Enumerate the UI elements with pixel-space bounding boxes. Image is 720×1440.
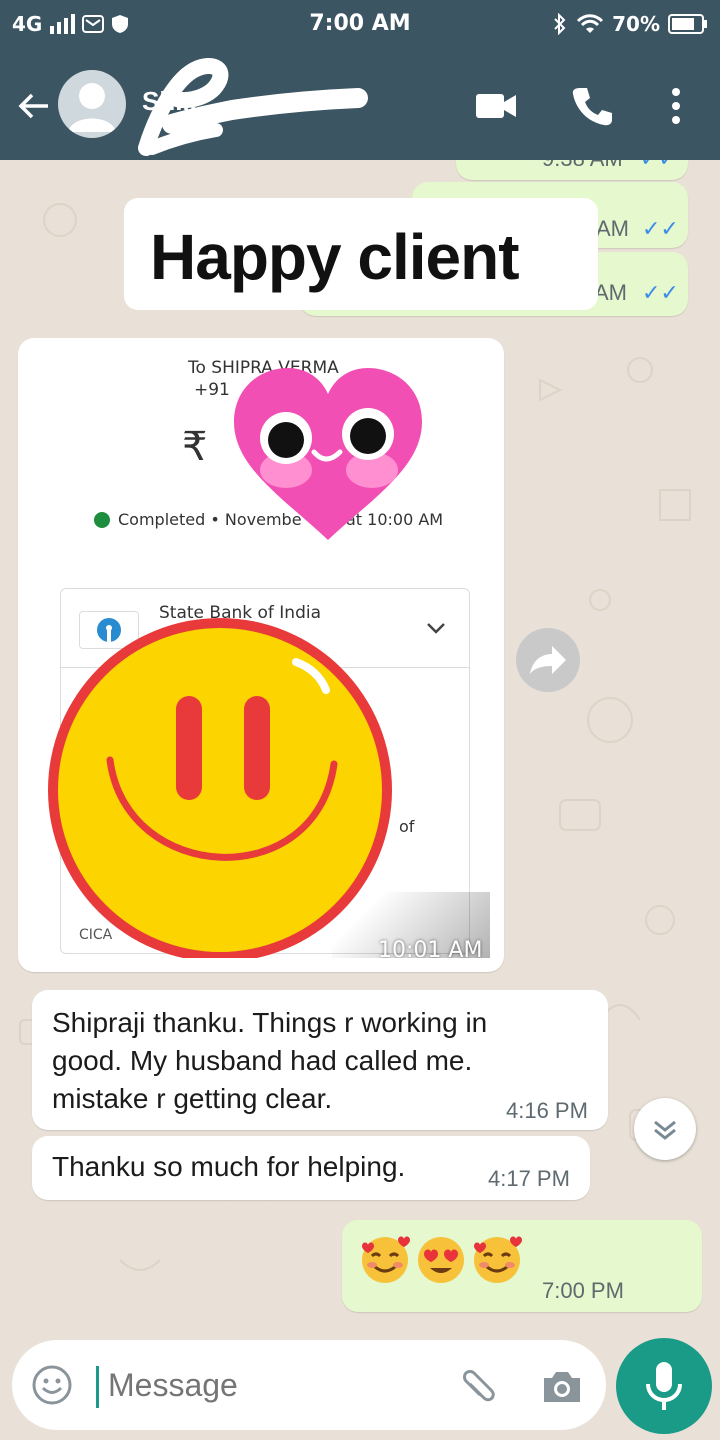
message-time: AM xyxy=(594,280,627,305)
completed-check-icon xyxy=(94,512,110,528)
smiling-face-with-hearts-icon xyxy=(362,1236,410,1283)
message-line: mistake r getting clear. xyxy=(52,1083,333,1114)
voice-record-button[interactable] xyxy=(616,1338,712,1434)
read-receipt-icon: ✓✓ xyxy=(642,216,679,241)
video-call-icon[interactable] xyxy=(474,84,518,128)
chat-area[interactable]: 9:38 AM ✓✓ AM ✓✓ AM ✓✓ Happy client To S… xyxy=(0,160,720,1330)
status-bar: 4G 7:00 AM 70% xyxy=(0,0,720,48)
read-receipt-icon: ✓✓ xyxy=(640,160,677,172)
message-text: Shipraji thanku. Things r working in goo… xyxy=(52,1004,487,1118)
message-bubble-incoming[interactable]: Shipraji thanku. Things r working in goo… xyxy=(32,990,608,1130)
message-bubble-outgoing[interactable]: 7:00 PM xyxy=(342,1220,702,1312)
read-receipt-icon: ✓✓ xyxy=(642,280,679,305)
message-line: Shipraji thanku. Things r working in xyxy=(52,1007,488,1038)
happy-client-label: Happy client xyxy=(124,198,598,310)
avatar[interactable] xyxy=(58,70,126,138)
receipt-phone: +91 xyxy=(194,380,230,400)
microphone-icon xyxy=(646,1362,682,1410)
status-right: 70% xyxy=(552,12,708,36)
payment-receipt-image[interactable]: To SHIPRA VERMA +91 ₹ Completed • Novemb… xyxy=(32,352,490,958)
message-input[interactable] xyxy=(108,1360,438,1410)
message-time: 10:01 AM xyxy=(378,938,483,958)
emoji-icon[interactable] xyxy=(30,1363,74,1407)
heart-face-sticker xyxy=(234,368,422,540)
message-time: 7:00 PM xyxy=(542,1278,624,1303)
camera-icon[interactable] xyxy=(540,1364,584,1408)
message-time: 4:16 PM xyxy=(506,1098,588,1123)
smiling-face-with-hearts-icon xyxy=(474,1236,522,1283)
forward-arrow-icon xyxy=(530,646,566,674)
forward-button[interactable] xyxy=(516,628,580,692)
receipt-amount: ₹ xyxy=(182,424,208,470)
heart-eyes-icon xyxy=(418,1237,464,1283)
default-avatar-icon xyxy=(68,83,116,132)
attach-icon[interactable] xyxy=(456,1364,500,1408)
emoji-row xyxy=(358,1232,524,1286)
message-line: good. My husband had called me. xyxy=(52,1045,473,1076)
message-text: Thanku so much for helping. xyxy=(52,1151,406,1182)
redaction-scribble xyxy=(138,58,368,156)
chevron-down-icon xyxy=(427,623,445,634)
message-bubble-outgoing[interactable]: 9:38 AM ✓✓ xyxy=(456,160,688,180)
message-time: AM xyxy=(596,216,629,241)
battery-percent: 70% xyxy=(612,12,660,36)
message-composer xyxy=(12,1340,606,1430)
message-bubble-incoming[interactable]: Thanku so much for helping. 4:17 PM xyxy=(32,1136,590,1200)
more-options-icon[interactable] xyxy=(654,84,698,128)
image-message-bubble[interactable]: To SHIPRA VERMA +91 ₹ Completed • Novemb… xyxy=(18,338,504,972)
scroll-to-bottom-button[interactable] xyxy=(634,1098,696,1160)
bluetooth-icon xyxy=(554,13,566,35)
voice-call-icon[interactable] xyxy=(570,84,614,128)
wifi-icon xyxy=(577,14,604,33)
text-caret xyxy=(96,1366,99,1408)
double-chevron-down-icon xyxy=(654,1120,676,1140)
message-time: 4:17 PM xyxy=(488,1166,570,1191)
battery-icon xyxy=(668,14,707,34)
back-arrow-icon[interactable] xyxy=(16,88,52,124)
chat-header: Sh... xyxy=(0,48,720,160)
happy-client-text: Happy client xyxy=(150,221,520,293)
message-time: 9:38 AM xyxy=(542,160,623,172)
